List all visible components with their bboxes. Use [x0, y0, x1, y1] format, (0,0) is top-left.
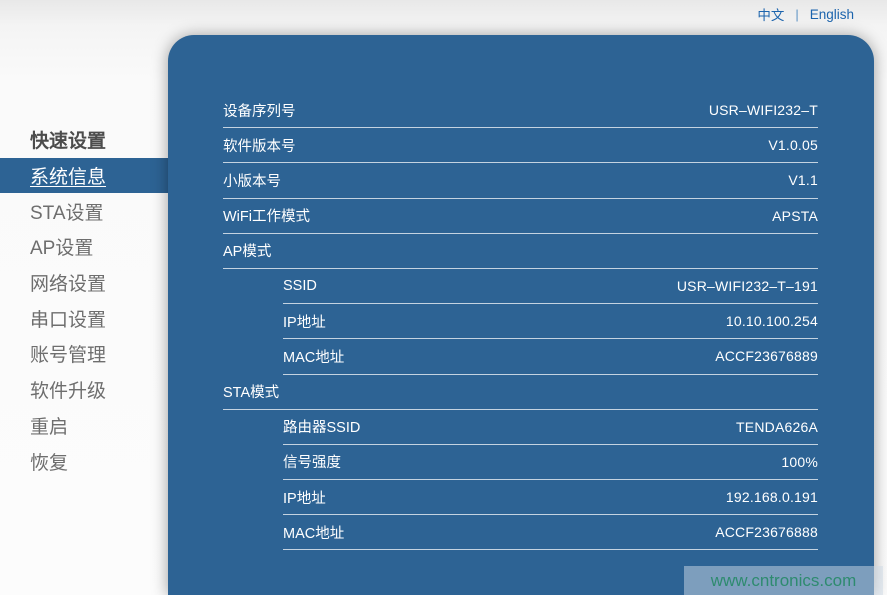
sidebar-item[interactable]: 串口设置 [0, 300, 168, 336]
info-row-value: V1.0.05 [768, 137, 818, 153]
info-row-value: 192.168.0.191 [726, 489, 818, 505]
info-row: MAC地址 ACCF23676888 [283, 515, 818, 550]
sidebar-item-label: 串口设置 [30, 305, 106, 332]
info-row-label: 软件版本号 [223, 135, 296, 156]
info-row: IP地址 192.168.0.191 [283, 480, 818, 515]
info-row-label: 小版本号 [223, 170, 281, 191]
sidebar-item-label: 网络设置 [30, 269, 106, 296]
info-row-value: 100% [781, 454, 818, 470]
sidebar-item[interactable]: 系统信息 [0, 158, 168, 194]
sidebar-item-label: 重启 [30, 412, 68, 439]
info-row-label: IP地址 [283, 487, 326, 508]
sidebar-item-label: 账号管理 [30, 340, 106, 367]
info-row-label: MAC地址 [283, 346, 344, 367]
info-row: 信号强度 100% [283, 445, 818, 480]
sidebar-item[interactable]: 网络设置 [0, 265, 168, 301]
info-row-label: STA模式 [223, 381, 279, 402]
lang-chinese-link[interactable]: 中文 [757, 4, 784, 24]
sidebar-item[interactable]: AP设置 [0, 229, 168, 265]
sidebar-item-label: 软件升级 [30, 376, 106, 403]
info-row: 小版本号 V1.1 [223, 163, 818, 198]
sidebar-menu: 快速设置 系统信息 STA设置 AP设置 网络设置 串口设置 账号管理 软件升级… [0, 122, 168, 479]
language-switcher: 中文 | English [757, 0, 854, 28]
info-row: IP地址 10.10.100.254 [283, 304, 818, 339]
info-row: STA模式 [223, 375, 818, 410]
sidebar-item[interactable]: 重启 [0, 408, 168, 444]
watermark-text: www.cntronics.com [711, 571, 856, 591]
sidebar-item[interactable]: 软件升级 [0, 372, 168, 408]
info-row-value: V1.1 [788, 172, 818, 188]
info-row-value: ACCF23676889 [715, 348, 818, 364]
info-row: WiFi工作模式 APSTA [223, 199, 818, 234]
info-row-value: ACCF23676888 [715, 524, 818, 540]
info-row: AP模式 [223, 234, 818, 269]
sidebar-item[interactable]: 账号管理 [0, 336, 168, 372]
watermark: www.cntronics.com [684, 566, 883, 595]
info-row-label: 信号强度 [283, 451, 341, 472]
info-row: 路由器SSID TENDA626A [283, 410, 818, 445]
info-row-label: IP地址 [283, 311, 326, 332]
info-row-value: APSTA [772, 208, 818, 224]
info-row-label: 路由器SSID [283, 416, 360, 437]
info-row-value: USR–WIFI232–T–191 [677, 278, 818, 294]
system-info-table: 设备序列号 USR–WIFI232–T 软件版本号 V1.0.05 小版本号 V… [223, 93, 818, 550]
sidebar-item[interactable]: 恢复 [0, 443, 168, 479]
info-row-label: MAC地址 [283, 522, 344, 543]
info-row-label: 设备序列号 [223, 100, 296, 121]
lang-english-link[interactable]: English [810, 7, 854, 22]
info-row-label: AP模式 [223, 240, 271, 261]
sidebar-item[interactable]: 快速设置 [0, 122, 168, 158]
sidebar-item-label: 快速设置 [30, 126, 106, 153]
info-row: 软件版本号 V1.0.05 [223, 128, 818, 163]
sidebar-item-label: 系统信息 [30, 162, 106, 189]
info-row-label: WiFi工作模式 [223, 205, 310, 226]
info-row-label: SSID [283, 278, 317, 294]
info-row-value: 10.10.100.254 [726, 313, 818, 329]
sidebar-item-label: AP设置 [30, 233, 93, 260]
info-row-value: TENDA626A [736, 419, 818, 435]
info-row-value: USR–WIFI232–T [709, 102, 818, 118]
system-info-panel: 设备序列号 USR–WIFI232–T 软件版本号 V1.0.05 小版本号 V… [168, 35, 874, 595]
sidebar-item-label: 恢复 [30, 448, 68, 475]
info-row: 设备序列号 USR–WIFI232–T [223, 93, 818, 128]
info-row: SSID USR–WIFI232–T–191 [283, 269, 818, 304]
sidebar-item[interactable]: STA设置 [0, 193, 168, 229]
sidebar-item-label: STA设置 [30, 198, 104, 225]
info-row: MAC地址 ACCF23676889 [283, 339, 818, 374]
language-separator: | [795, 7, 798, 22]
